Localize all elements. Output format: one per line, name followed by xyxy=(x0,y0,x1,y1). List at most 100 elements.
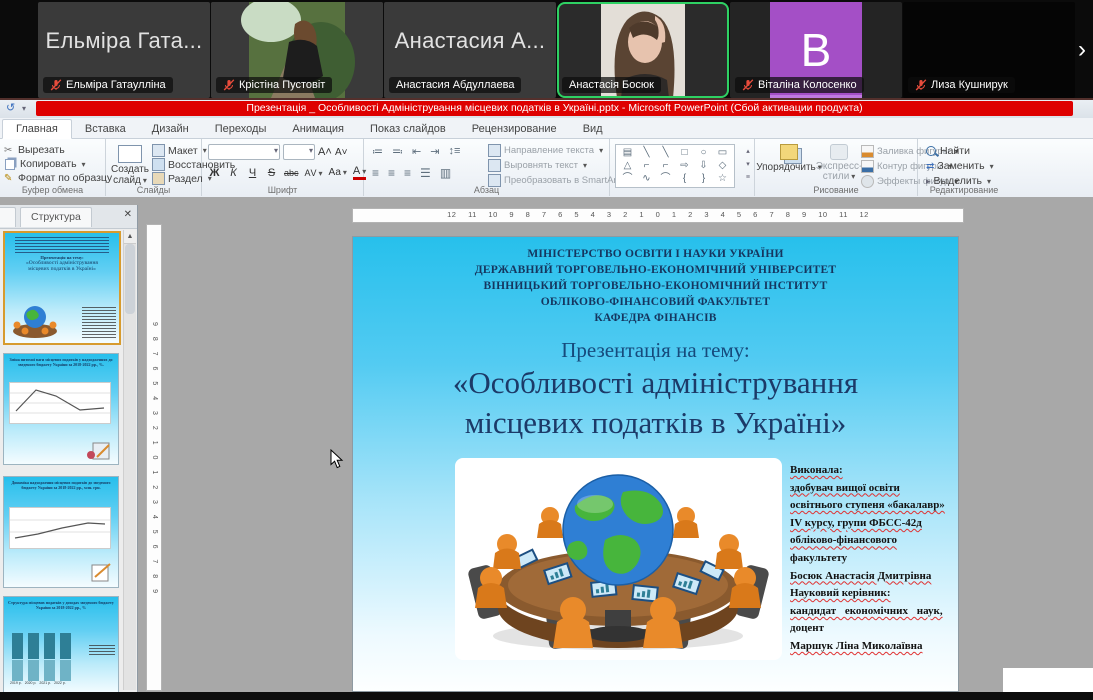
author-text-block: Виконала: здобувач вищої освіти освітньо… xyxy=(790,462,958,656)
tab-retsenzirovanie[interactable]: Рецензирование xyxy=(459,120,570,138)
replace-icon: ⇄ xyxy=(926,161,934,172)
scroll-up-icon[interactable]: ▲ xyxy=(124,230,136,244)
new-slide-button[interactable]: Создать слайд xyxy=(110,144,150,187)
tab-slides-partial[interactable] xyxy=(0,207,16,227)
slide-thumbnail-4[interactable]: Структура місцевих податків у доходах зв… xyxy=(3,596,119,694)
group-paragraph: ≔ ≕ ⇤ ⇥ ↕≡ ≡ ≡ ≡ ☰ ▥ Направление текста … xyxy=(364,139,610,196)
shapes-scroll-down[interactable]: ▾ xyxy=(746,158,750,171)
participant-tile[interactable]: B Віталіна Колосенко xyxy=(730,2,902,98)
tab-glavnaya[interactable]: Главная xyxy=(2,119,72,139)
shapes-scroll-up[interactable]: ▴ xyxy=(746,145,750,158)
slide-canvas[interactable]: МІНІСТЕРСТВО ОСВІТИ І НАУКИ УКРАЇНИ ДЕРЖ… xyxy=(353,237,958,691)
tab-outline[interactable]: Структура xyxy=(20,207,92,227)
shapes-more-button[interactable]: ≡ xyxy=(746,171,750,184)
slide-thumbnail-2[interactable]: Зміна питомої ваги місцевих податків у н… xyxy=(3,353,119,465)
align-text-label: Выровнять текст xyxy=(504,160,578,171)
find-button[interactable]: Найти xyxy=(924,144,972,158)
quick-styles-icon xyxy=(830,144,848,160)
text-direction-button[interactable]: Направление текста xyxy=(486,143,605,158)
char-spacing-button[interactable]: АV xyxy=(305,168,323,178)
horizontal-ruler[interactable]: 12 11 10 9 8 7 6 5 4 3 2 1 0 1 2 3 4 5 6… xyxy=(352,208,964,223)
columns-icon[interactable]: ▥ xyxy=(440,166,451,180)
cut-button[interactable]: ✂ Вырезать xyxy=(2,143,105,157)
thumbnail-author-lines xyxy=(82,307,116,339)
shape-elbow-icon[interactable]: ⌐ xyxy=(637,159,656,172)
participant-tile[interactable]: Анастасия А... Анастасия Абдуллаева xyxy=(384,2,556,98)
vertical-ruler[interactable]: 9 8 7 6 5 4 3 2 1 0 1 2 3 4 5 6 7 8 9 xyxy=(146,224,162,691)
change-case-button[interactable]: Аа xyxy=(329,167,347,178)
replace-button[interactable]: ⇄ Заменить xyxy=(924,159,996,173)
shape-down-arrow-icon[interactable]: ⇩ xyxy=(694,159,713,172)
tab-perekhody[interactable]: Переходы xyxy=(202,120,280,138)
participant-tile-active[interactable]: Анастасія Босюк xyxy=(557,2,729,98)
numbering-icon[interactable]: ≕ xyxy=(392,145,403,158)
shape-left-brace-icon[interactable]: { xyxy=(675,172,694,185)
shape-star-icon[interactable]: ☆ xyxy=(713,172,732,185)
window-title[interactable]: Презентація _ Особливості Адмініструванн… xyxy=(36,101,1073,116)
justify-icon[interactable]: ☰ xyxy=(420,166,431,180)
align-right-icon[interactable]: ≡ xyxy=(404,166,411,180)
shape-rectangle-icon[interactable]: □ xyxy=(675,146,694,159)
layout-button[interactable]: Макет xyxy=(150,143,209,158)
shape-elbow-arrow-icon[interactable]: ⌐ xyxy=(656,159,675,172)
shape-curve-icon[interactable]: ∿ xyxy=(637,172,656,185)
quick-styles-button[interactable]: Экспресс-стили xyxy=(817,143,861,183)
shape-line-icon[interactable]: ╲ xyxy=(637,146,656,159)
shape-right-arrow-icon[interactable]: ⇨ xyxy=(675,159,694,172)
shape-rounded-rect-icon[interactable]: ▭ xyxy=(713,146,732,159)
thumb4-year: 2019 р. xyxy=(10,681,22,685)
slide-thumbnail-1[interactable]: Презентація на тему: «Особливості адміні… xyxy=(3,231,121,345)
format-painter-button[interactable]: ✎ Формат по образцу xyxy=(2,171,105,185)
editing-area: Структура ✕ Презентація на тему: «Особли… xyxy=(0,197,1093,692)
italic-button[interactable]: К xyxy=(227,167,240,179)
bullets-icon[interactable]: ≔ xyxy=(372,145,383,158)
header-line: КАФЕДРА ФІНАНСІВ xyxy=(353,310,958,326)
grow-font-button[interactable]: А˄ xyxy=(318,146,332,158)
shape-arc2-icon[interactable]: ⌒ xyxy=(656,172,675,185)
tab-dizain[interactable]: Дизайн xyxy=(139,120,202,138)
shape-diamond-icon[interactable]: ◇ xyxy=(713,159,732,172)
tab-pokaz-slaidov[interactable]: Показ слайдов xyxy=(357,120,459,138)
font-size-combo[interactable] xyxy=(283,144,315,160)
participant-tile[interactable]: Лиза Кушнирук xyxy=(903,2,1075,98)
shadow-button[interactable]: abc xyxy=(284,168,299,178)
shape-arc-icon[interactable]: ⌒ xyxy=(618,172,637,185)
qat-dropdown-icon[interactable]: ▾ xyxy=(22,104,26,113)
align-text-button[interactable]: Выровнять текст xyxy=(486,158,589,173)
tab-vstavka[interactable]: Вставка xyxy=(72,120,139,138)
undo-icon[interactable]: ↺ xyxy=(6,101,15,114)
scrollbar-thumb[interactable] xyxy=(125,244,135,314)
pane-close-icon[interactable]: ✕ xyxy=(124,209,132,220)
underline-button[interactable]: Ч xyxy=(246,167,259,179)
participant-name-pill: Крістіна Пустовіт xyxy=(216,77,332,93)
font-name-combo[interactable] xyxy=(208,144,280,160)
copy-button[interactable]: Копировать xyxy=(2,157,105,171)
shape-textbox-icon[interactable]: ▤ xyxy=(618,146,637,159)
find-icon xyxy=(926,146,936,156)
header-line: ДЕРЖАВНИЙ ТОРГОВЕЛЬНО-ЕКОНОМІЧНИЙ УНІВЕР… xyxy=(353,262,958,278)
align-left-icon[interactable]: ≡ xyxy=(372,166,379,180)
shape-ellipse-icon[interactable]: ○ xyxy=(694,146,713,159)
tab-vid[interactable]: Вид xyxy=(570,120,616,138)
shape-right-brace-icon[interactable]: } xyxy=(694,172,713,185)
shape-arrow-line-icon[interactable]: ╲ xyxy=(656,146,675,159)
arrange-button[interactable]: Упорядочить xyxy=(759,143,819,174)
strikethrough-button[interactable]: S xyxy=(265,167,278,179)
align-center-icon[interactable]: ≡ xyxy=(388,166,395,180)
increase-indent-icon[interactable]: ⇥ xyxy=(430,145,439,158)
new-slide-icon xyxy=(118,145,142,163)
bold-button[interactable]: Ж xyxy=(208,167,221,179)
shrink-font-button[interactable]: А˅ xyxy=(335,147,348,158)
section-label: Раздел xyxy=(168,173,203,185)
shape-triangle-icon[interactable]: △ xyxy=(618,159,637,172)
thumb2-title: Зміна питомої ваги місцевих податків у н… xyxy=(4,354,118,367)
decrease-indent-icon[interactable]: ⇤ xyxy=(412,145,421,158)
participant-tile[interactable]: Ельміра Гата... Ельміра Гатаулліна xyxy=(38,2,210,98)
line-spacing-icon[interactable]: ↕≡ xyxy=(448,145,460,158)
participant-tile[interactable]: Крістіна Пустовіт xyxy=(211,2,383,98)
slide-thumbnail-3[interactable]: Динаміка надходження місцевих податків д… xyxy=(3,476,119,588)
tab-animatsiya[interactable]: Анимация xyxy=(279,120,357,138)
author-line: Маршук Ліна Миколаївна xyxy=(790,638,958,656)
next-participants-arrow[interactable]: › xyxy=(1073,38,1091,64)
pane-scrollbar[interactable]: ▲ xyxy=(123,230,136,690)
